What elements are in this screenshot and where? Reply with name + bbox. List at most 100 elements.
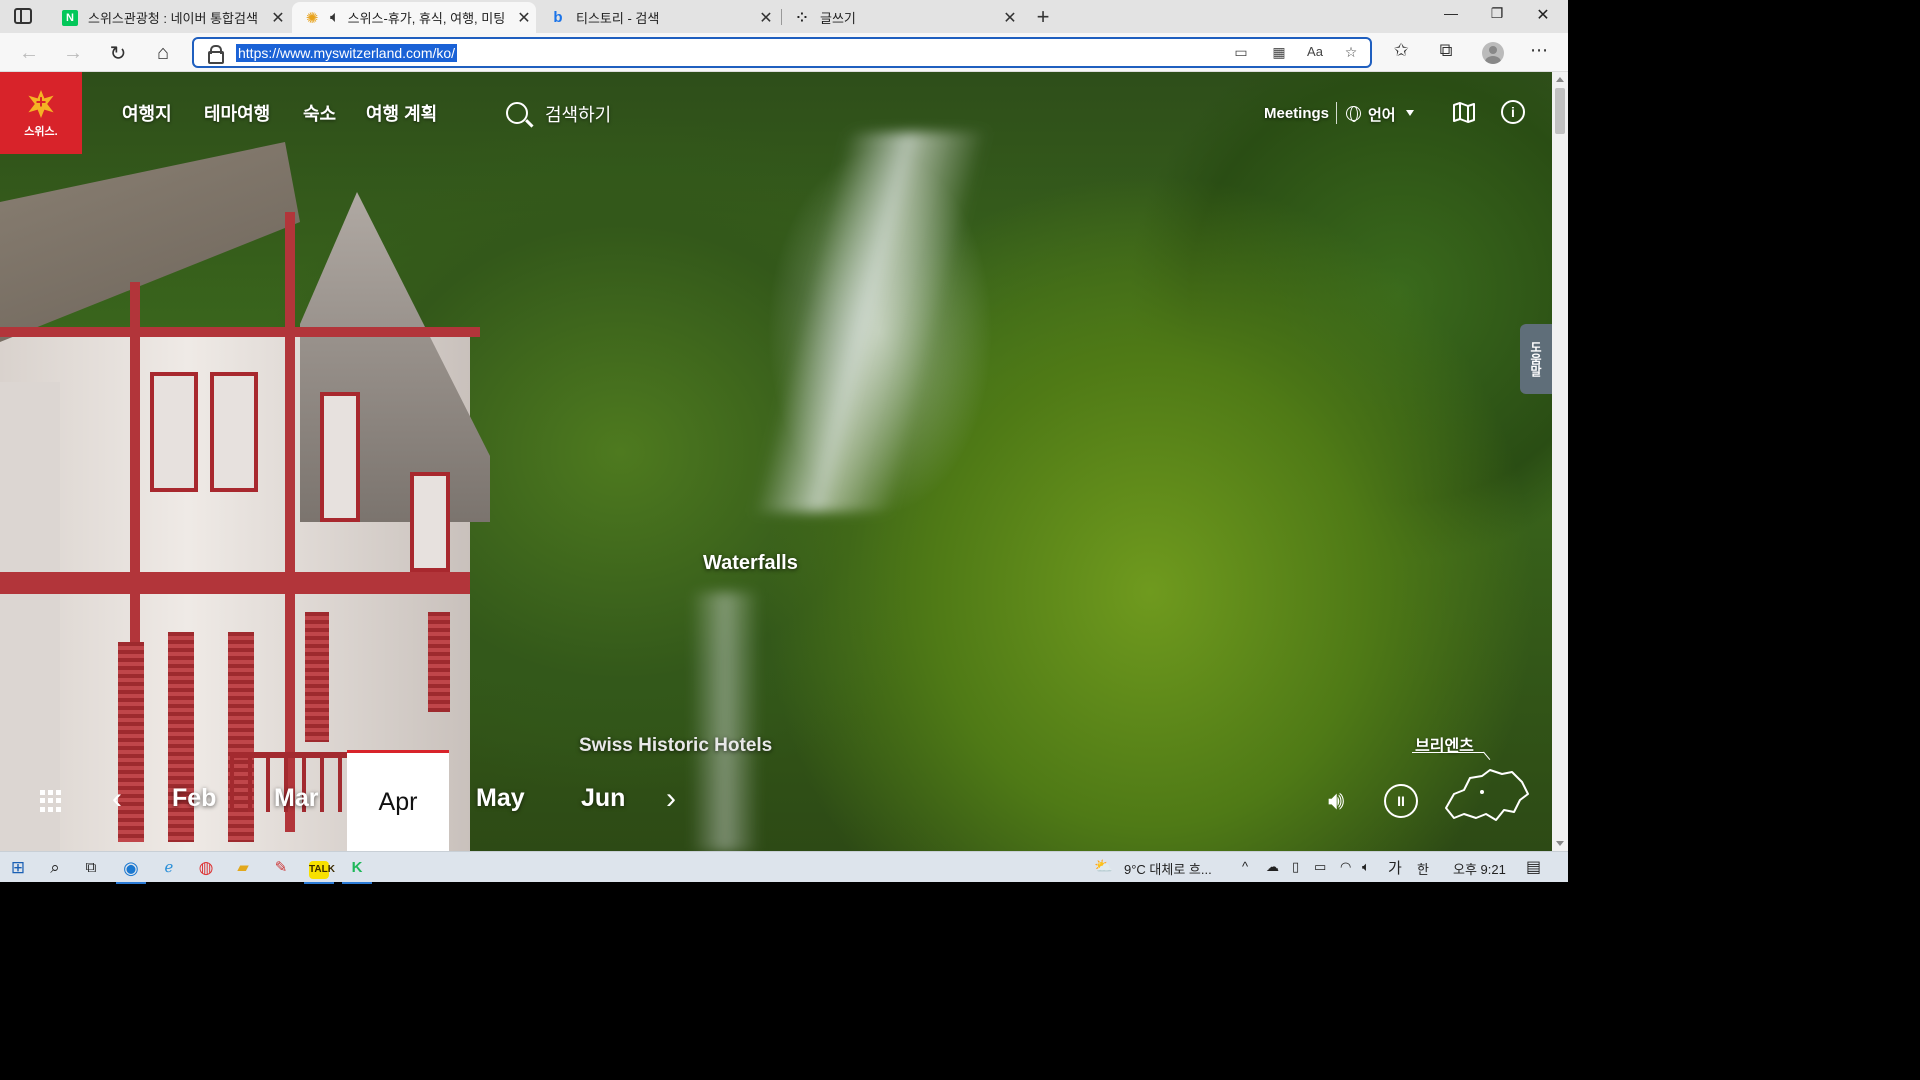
paint-icon[interactable]: ✎	[269, 856, 293, 880]
collections-icon[interactable]: ⧉	[1433, 40, 1459, 66]
month-mar[interactable]: Mar	[274, 784, 318, 813]
close-icon[interactable]: ✕	[998, 8, 1022, 28]
ime-mode[interactable]: 가	[1388, 857, 1402, 878]
search-button[interactable]: 검색하기	[545, 101, 611, 127]
forward-button[interactable]: →	[60, 40, 86, 66]
kakaotalk-icon[interactable]: TALK	[304, 856, 335, 884]
chevron-down-icon[interactable]	[1406, 110, 1414, 116]
tab-myswitzerland[interactable]: ✺ 🔈︎ 스위스-휴가, 휴식, 여행, 미팅 ✕	[292, 2, 536, 33]
scroll-thumb[interactable]	[1555, 88, 1565, 134]
new-tab-button[interactable]: +	[1032, 4, 1054, 30]
app-available-icon[interactable]: ▭	[1230, 44, 1252, 64]
ie-icon[interactable]: ℯ	[157, 856, 181, 880]
naver-icon: N	[62, 9, 78, 26]
help-tab[interactable]: 도움말	[1520, 324, 1552, 394]
tab-bing-search[interactable]: b 티스토리 - 검색 ✕	[538, 2, 778, 33]
volume-icon[interactable]: 🔈︎	[1362, 859, 1370, 875]
tab-naver[interactable]: N 스위스관광청 : 네이버 통합검색 ✕	[50, 2, 290, 33]
tistory-icon: ⁘	[796, 9, 808, 25]
scene-caption-secondary: Swiss Historic Hotels	[579, 735, 773, 756]
clock[interactable]: 오후 9:21	[1453, 859, 1506, 878]
tab-title: 티스토리 - 검색	[576, 11, 660, 26]
browser-toolbar: ← → ↻ ⌂ https://www.myswitzerland.com/ko…	[0, 33, 1568, 72]
more-menu-icon[interactable]: ⋯	[1526, 40, 1552, 66]
minimize-button[interactable]: —	[1428, 5, 1474, 21]
nav-destinations[interactable]: 여행지	[122, 100, 172, 126]
cloud-icon[interactable]: ☁	[1266, 859, 1279, 875]
page-scrollbar[interactable]	[1552, 72, 1568, 851]
chevron-left-icon[interactable]: ‹	[112, 784, 122, 814]
search-icon[interactable]	[506, 102, 528, 124]
month-may[interactable]: May	[476, 784, 525, 813]
address-bar[interactable]: https://www.myswitzerland.com/ko/ ▭ ▦ Aa…	[192, 37, 1372, 68]
location-pointer	[1412, 752, 1484, 753]
close-icon[interactable]: ✕	[754, 8, 778, 28]
chevron-up-icon[interactable]: ^	[1242, 859, 1248, 874]
header-divider	[1336, 102, 1337, 124]
tab-title: 글쓰기	[820, 11, 856, 26]
profile-avatar[interactable]	[1482, 42, 1504, 64]
info-icon[interactable]: i	[1501, 100, 1525, 124]
waterfall-scene	[752, 132, 988, 512]
month-jun[interactable]: Jun	[581, 784, 625, 813]
sun-icon: ✺	[305, 9, 319, 27]
nav-accommodation[interactable]: 숙소	[303, 100, 336, 126]
scene-caption: Waterfalls	[703, 552, 798, 574]
edge-icon[interactable]: ◉	[116, 856, 146, 884]
app-k-icon[interactable]: K	[342, 856, 372, 884]
tab-tistory-write[interactable]: ⁘ 글쓰기 ✕	[782, 2, 1022, 33]
speaker-icon[interactable]: 🔈︎	[330, 9, 340, 27]
read-aloud-icon[interactable]: Aa	[1304, 44, 1326, 64]
scroll-down-icon[interactable]	[1556, 841, 1564, 846]
chevron-right-icon[interactable]: ›	[666, 784, 676, 814]
vertical-tabs-icon[interactable]	[14, 8, 32, 24]
bing-icon: b	[553, 9, 563, 26]
file-explorer-icon[interactable]: ▰	[231, 856, 255, 880]
meetings-link[interactable]: Meetings	[1264, 105, 1329, 122]
refresh-button[interactable]: ↻	[105, 40, 131, 66]
close-window-button[interactable]: ✕	[1520, 5, 1566, 25]
hero-video: 스위스. 여행지 테마여행 숙소 여행 계획 검색하기 Meetings 언어 …	[0, 72, 1552, 851]
back-button[interactable]: ←	[16, 40, 42, 66]
url-text[interactable]: https://www.myswitzerland.com/ko/	[236, 44, 458, 62]
scroll-up-icon[interactable]	[1556, 77, 1564, 82]
qr-code-icon[interactable]: ▦	[1268, 44, 1290, 64]
nav-plan-trip[interactable]: 여행 계획	[366, 100, 437, 126]
battery-icon[interactable]: ▭	[1314, 859, 1326, 875]
historic-hotel-building	[0, 132, 490, 851]
tab-title: 스위스-휴가, 휴식, 여행, 미팅	[347, 11, 506, 26]
windows-taskbar: ⊞ ⌕ ⧉ ◉ ℯ ◍ ▰ ✎ TALK K ⛅ 9°C 대체로 흐... ^ …	[0, 851, 1568, 884]
location-pointer	[1483, 751, 1491, 760]
grid-menu-icon[interactable]	[40, 790, 62, 812]
close-icon[interactable]: ✕	[266, 8, 290, 28]
pause-button[interactable]: II	[1384, 784, 1418, 818]
nav-theme-travel[interactable]: 테마여행	[204, 100, 270, 126]
weather-icon[interactable]: ⛅	[1094, 857, 1113, 875]
home-button[interactable]: ⌂	[150, 40, 176, 66]
device-icon[interactable]: ▯	[1292, 859, 1299, 875]
favorites-icon[interactable]: ✩	[1388, 40, 1414, 66]
ime-language[interactable]: 한	[1417, 859, 1429, 878]
month-apr-selected[interactable]: Apr	[347, 750, 449, 851]
weather-widget[interactable]: 9°C 대체로 흐...	[1124, 859, 1212, 878]
month-feb[interactable]: Feb	[172, 784, 216, 813]
sound-icon[interactable]: 🔊︎	[1328, 786, 1358, 816]
restore-button[interactable]: ❐	[1474, 5, 1520, 22]
myswitzerland-logo[interactable]: 스위스.	[0, 72, 82, 154]
globe-icon[interactable]	[1346, 106, 1361, 122]
switzerland-map-icon[interactable]	[1442, 764, 1530, 824]
tab-title: 스위스관광청 : 네이버 통합검색	[88, 11, 258, 26]
task-view-icon[interactable]: ⧉	[79, 856, 103, 880]
chrome-icon[interactable]: ◍	[194, 856, 218, 880]
lock-icon[interactable]	[208, 45, 224, 64]
notification-icon[interactable]: ▤	[1526, 857, 1541, 877]
language-selector[interactable]: 언어	[1368, 104, 1396, 125]
waterfall-scene	[690, 592, 760, 851]
search-icon[interactable]: ⌕	[43, 856, 67, 880]
add-favorite-icon[interactable]: ☆	[1340, 44, 1362, 64]
browser-tab-bar: N 스위스관광청 : 네이버 통합검색 ✕ ✺ 🔈︎ 스위스-휴가, 휴식, 여…	[0, 0, 1568, 33]
close-icon[interactable]: ✕	[512, 8, 536, 28]
wifi-icon[interactable]: ◠	[1340, 859, 1351, 875]
windows-start-icon[interactable]: ⊞	[6, 856, 30, 880]
map-icon[interactable]	[1452, 100, 1476, 124]
